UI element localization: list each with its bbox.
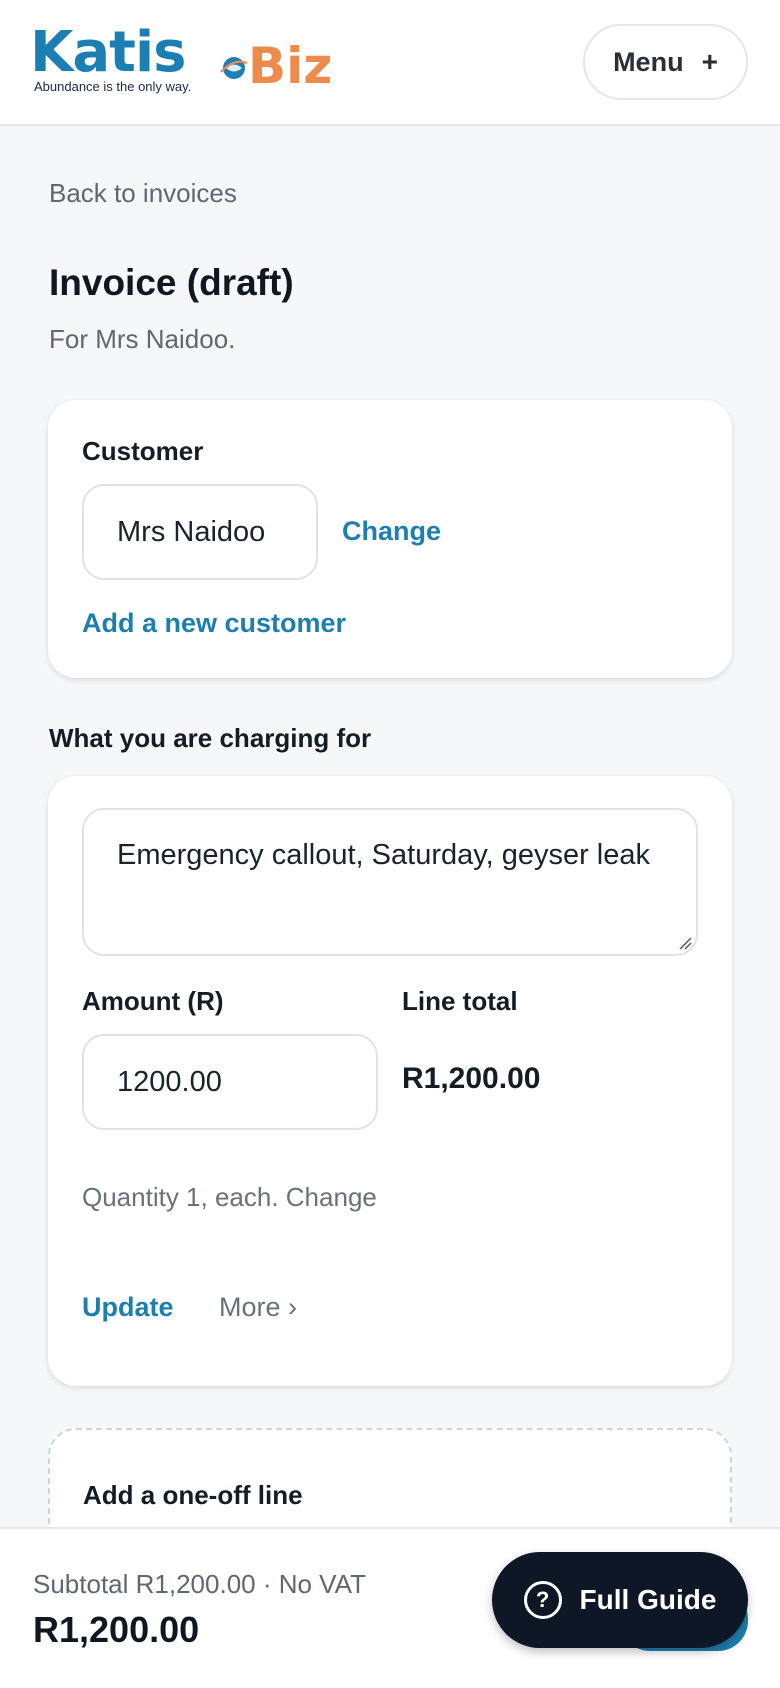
menu-label: Menu — [613, 46, 684, 77]
logo-text-katis: Katis — [30, 20, 186, 85]
top-header: Katis Biz Abundance is the only way. Men… — [0, 0, 780, 126]
menu-button[interactable]: Menu + — [583, 24, 748, 100]
line-item-card: Emergency callout, Saturday, geyser leak… — [48, 776, 732, 1386]
globe-icon — [220, 57, 248, 79]
invoice-page: Katis Biz Abundance is the only way. Men… — [0, 0, 780, 1688]
line-total-value: R1,200.00 — [402, 1062, 541, 1095]
add-new-customer-link[interactable]: Add a new customer — [82, 608, 346, 639]
charging-section-heading: What you are charging for — [49, 723, 372, 753]
subtotal-text: Subtotal R1,200.00 · No VAT — [33, 1569, 366, 1599]
plus-icon: + — [701, 46, 718, 77]
customer-value: Mrs Naidoo — [117, 515, 266, 548]
amount-input[interactable]: 1200.00 — [82, 1034, 378, 1130]
customer-card: Customer Mrs Naidoo Change Add a new cus… — [48, 400, 732, 678]
brand-logo[interactable]: Katis Biz Abundance is the only way. — [30, 20, 333, 100]
customer-label: Customer — [82, 436, 204, 466]
page-subtitle: For Mrs Naidoo. — [49, 324, 236, 354]
amount-label: Amount (R) — [82, 986, 224, 1016]
line-total-label: Line total — [402, 986, 518, 1016]
resize-grip-icon[interactable] — [678, 936, 692, 950]
logo-tagline: Abundance is the only way. — [34, 79, 192, 94]
quantity-text[interactable]: Quantity 1, each. Change — [82, 1182, 377, 1213]
back-to-invoices-link[interactable]: Back to invoices — [49, 178, 237, 209]
update-line-button[interactable]: Update — [82, 1292, 174, 1323]
page-title: Invoice (draft) — [49, 262, 294, 303]
full-guide-label: Full Guide — [579, 1584, 717, 1615]
line-description-textarea[interactable]: Emergency callout, Saturday, geyser leak — [82, 808, 698, 956]
change-customer-link[interactable]: Change — [342, 516, 441, 547]
more-options-link[interactable]: More › — [219, 1292, 297, 1323]
logo-text-biz: Biz — [248, 37, 333, 95]
full-guide-button[interactable]: ? Full Guide — [492, 1552, 748, 1648]
customer-field[interactable]: Mrs Naidoo — [82, 484, 318, 580]
amount-value: 1200.00 — [117, 1065, 222, 1098]
help-icon: ? — [523, 1581, 562, 1619]
add-oneoff-heading: Add a one-off line — [83, 1480, 303, 1510]
line-description-text: Emergency callout, Saturday, geyser leak — [117, 839, 651, 871]
grand-total: R1,200.00 — [33, 1609, 200, 1650]
